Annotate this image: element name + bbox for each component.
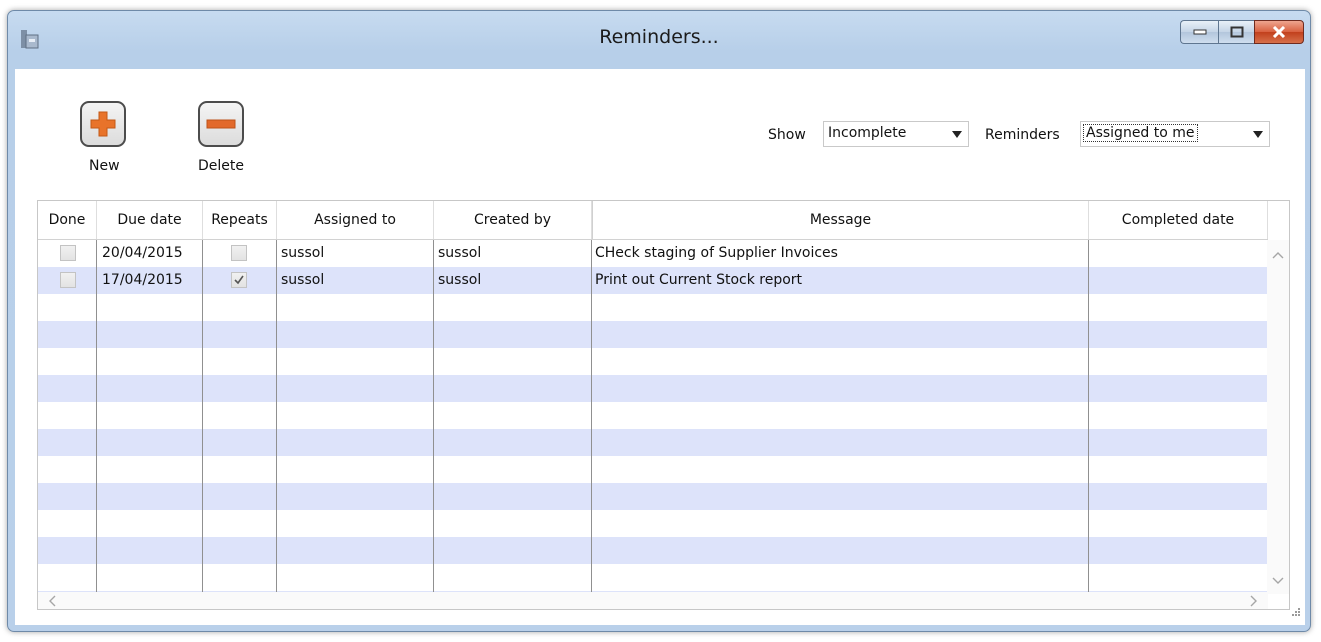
column-divider [1088,240,1089,594]
title-bar[interactable]: Reminders... [8,11,1310,69]
show-select[interactable]: Incomplete [823,121,969,147]
reminders-label: Reminders [985,127,1060,143]
table-body: 20/04/2015 sussol sussol CHeck staging o… [38,240,1268,594]
new-label: New [89,158,120,174]
column-divider [96,240,97,594]
new-button[interactable] [80,101,126,147]
window-content: New Delete Show Incomplete Reminders Ass… [15,69,1305,625]
assigned-to-cell: sussol [281,272,325,288]
reminders-window: Reminders... New Delete Show Incomplete … [7,10,1311,632]
empty-row[interactable] [38,564,1268,591]
column-header-completed-date[interactable]: Completed date [1089,201,1268,239]
message-cell: Print out Current Stock report [595,272,803,288]
vertical-scrollbar[interactable] [1267,240,1289,594]
close-icon [1272,26,1286,38]
table-row[interactable]: 20/04/2015 sussol sussol CHeck staging o… [38,240,1268,267]
created-by-cell: sussol [438,245,482,261]
empty-row[interactable] [38,294,1268,321]
empty-row[interactable] [38,456,1268,483]
empty-row[interactable] [38,321,1268,348]
column-header-created-by[interactable]: Created by [434,201,592,239]
empty-row[interactable] [38,402,1268,429]
minus-icon [206,119,236,129]
close-button[interactable] [1254,20,1304,44]
show-label: Show [768,127,806,143]
repeats-checkbox[interactable] [231,245,247,261]
empty-row[interactable] [38,429,1268,456]
column-header-due-date[interactable]: Due date [97,201,203,239]
done-checkbox[interactable] [60,272,76,288]
scroll-left-icon[interactable] [48,595,56,609]
empty-row[interactable] [38,375,1268,402]
column-divider [276,240,277,594]
scroll-down-icon[interactable] [1272,574,1284,588]
minimize-button[interactable] [1180,20,1218,44]
due-date-cell: 17/04/2015 [102,272,183,288]
resize-grip-icon[interactable] [1291,602,1301,621]
table-row[interactable]: 17/04/2015 sussol sussol Print out Curre… [38,267,1268,294]
empty-row[interactable] [38,537,1268,564]
created-by-cell: sussol [438,272,482,288]
column-header-done[interactable]: Done [38,201,97,239]
minimize-icon [1193,29,1206,35]
scroll-up-icon[interactable] [1272,248,1284,262]
reminders-select[interactable]: Assigned to me [1080,121,1270,147]
plus-icon [90,111,116,137]
checkmark-icon [234,275,244,285]
column-divider [433,240,434,594]
column-divider [591,240,592,594]
maximize-button[interactable] [1218,20,1254,44]
delete-button[interactable] [198,101,244,147]
table-header: Done Due date Repeats Assigned to Create… [38,201,1268,240]
empty-row[interactable] [38,510,1268,537]
reminders-table: Done Due date Repeats Assigned to Create… [37,200,1290,610]
show-select-value: Incomplete [828,125,907,141]
column-divider [202,240,203,594]
chevron-down-icon [952,131,962,138]
column-header-repeats[interactable]: Repeats [203,201,277,239]
repeats-checkbox[interactable] [231,272,247,288]
window-title: Reminders... [599,26,719,48]
delete-label: Delete [198,158,244,174]
empty-row[interactable] [38,483,1268,510]
reminders-select-value: Assigned to me [1083,124,1198,142]
column-header-assigned-to[interactable]: Assigned to [277,201,434,239]
scroll-right-icon[interactable] [1250,595,1258,609]
assigned-to-cell: sussol [281,245,325,261]
maximize-icon [1230,26,1243,38]
due-date-cell: 20/04/2015 [102,245,183,261]
chevron-down-icon [1253,131,1263,138]
column-header-message[interactable]: Message [592,201,1089,239]
horizontal-scrollbar[interactable] [38,592,1268,609]
message-cell: CHeck staging of Supplier Invoices [595,245,838,261]
done-checkbox[interactable] [60,245,76,261]
empty-row[interactable] [38,348,1268,375]
